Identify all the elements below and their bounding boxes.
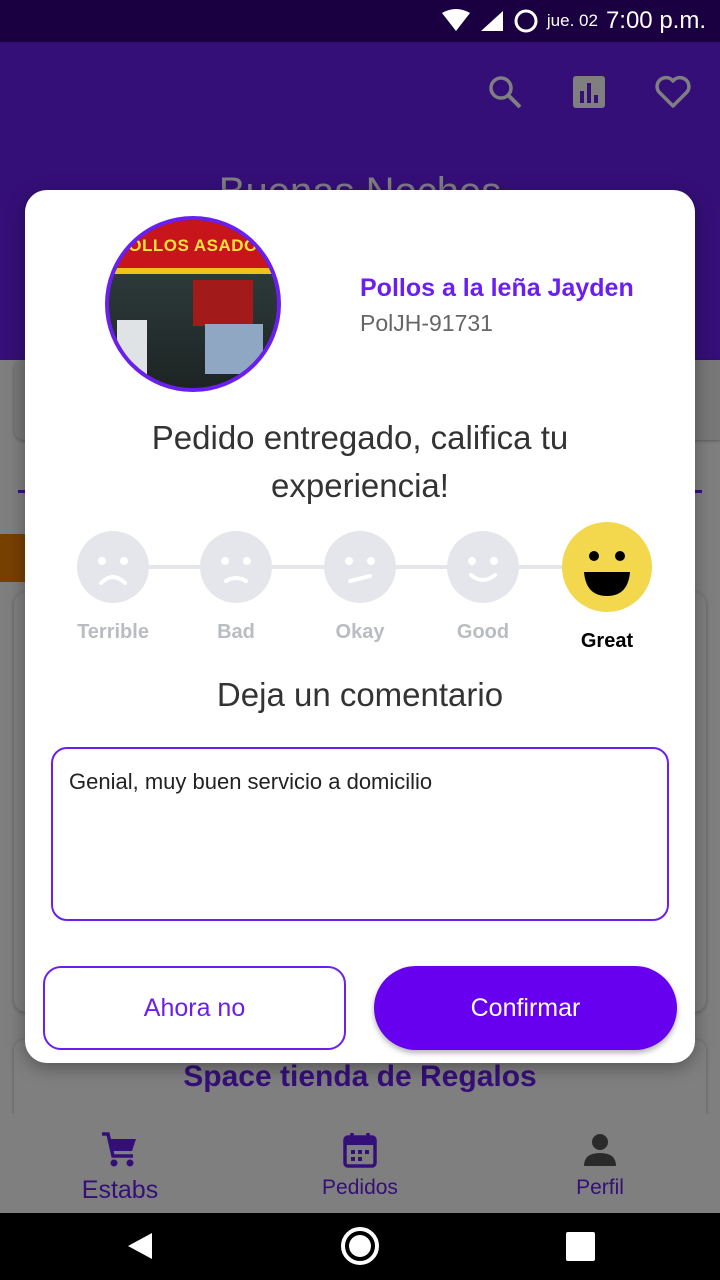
back-icon[interactable] (124, 1231, 154, 1261)
system-navigation-bar (0, 1213, 720, 1280)
rating-label: Terrible (77, 621, 149, 643)
store-name: Pollos a la leña Jayden (360, 274, 634, 302)
great-face-icon (562, 522, 652, 612)
signal-icon (480, 11, 503, 31)
store-code: PolJH-91731 (360, 310, 493, 336)
rating-great[interactable]: Great (562, 522, 652, 653)
okay-face-icon (324, 531, 396, 603)
circle-status-icon (514, 9, 538, 33)
rating-dialog: POLLOS ASADOS Pollos a la leña Jayden Po… (25, 190, 695, 1063)
status-bar: jue. 02 7:00 p.m. (0, 0, 720, 42)
rating-bad[interactable]: Bad (200, 531, 272, 644)
recent-apps-icon[interactable] (566, 1232, 595, 1261)
rating-okay[interactable]: Okay (324, 531, 396, 644)
rating-terrible[interactable]: Terrible (77, 531, 149, 644)
comment-input[interactable]: Genial, muy buen servicio a domicilio (51, 747, 669, 921)
status-date: jue. 02 (546, 11, 598, 30)
confirm-button[interactable]: Confirmar (374, 966, 677, 1050)
comment-title: Deja un comentario (216, 676, 504, 713)
store-sign: POLLOS ASADOS (109, 220, 277, 268)
rating-good[interactable]: Good (447, 531, 519, 644)
good-face-icon (447, 531, 519, 603)
terrible-face-icon (77, 531, 149, 603)
rating-label-selected: Great (580, 630, 634, 652)
status-indicators: jue. 02 7:00 p.m. (441, 0, 706, 42)
rating-label: Bad (217, 621, 255, 643)
home-icon[interactable] (341, 1227, 379, 1265)
dialog-title: Pedido entregado, califica tu experienci… (151, 419, 569, 504)
store-sign-trim (109, 268, 277, 274)
not-now-button[interactable]: Ahora no (43, 966, 346, 1050)
rating-label: Good (456, 621, 510, 643)
storefront-decoration (193, 280, 253, 326)
storefront-decoration (117, 320, 147, 384)
status-time: 7:00 p.m. (605, 7, 706, 34)
storefront-decoration (205, 324, 263, 374)
bad-face-icon (200, 531, 272, 603)
wifi-icon (441, 9, 470, 31)
rating-label: Okay (335, 621, 385, 643)
store-avatar: POLLOS ASADOS (105, 216, 281, 392)
